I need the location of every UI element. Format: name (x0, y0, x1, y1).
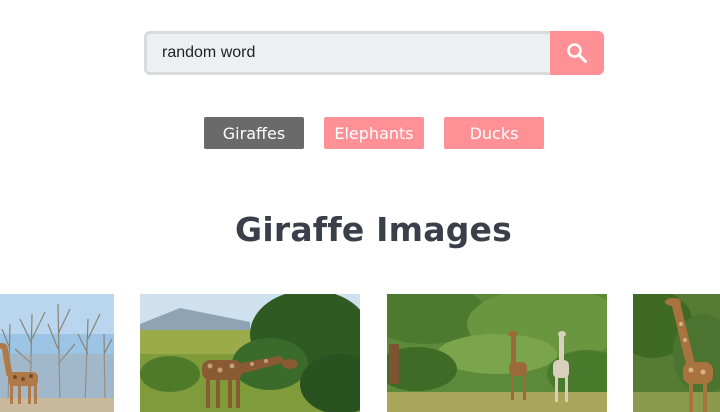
section-title: Giraffe Images (235, 210, 512, 249)
search-icon (566, 42, 588, 64)
search-bar (144, 31, 604, 75)
search-button[interactable] (550, 31, 604, 75)
category-elephants-button[interactable]: Elephants (324, 117, 424, 149)
giraffe-image-4[interactable] (633, 294, 720, 412)
search-input[interactable] (144, 31, 550, 75)
category-ducks-button[interactable]: Ducks (444, 117, 544, 149)
giraffe-image-2[interactable] (140, 294, 360, 412)
category-giraffes-button[interactable]: Giraffes (204, 117, 304, 149)
giraffe-image-3[interactable] (387, 294, 607, 412)
giraffe-image-1[interactable] (0, 294, 114, 412)
